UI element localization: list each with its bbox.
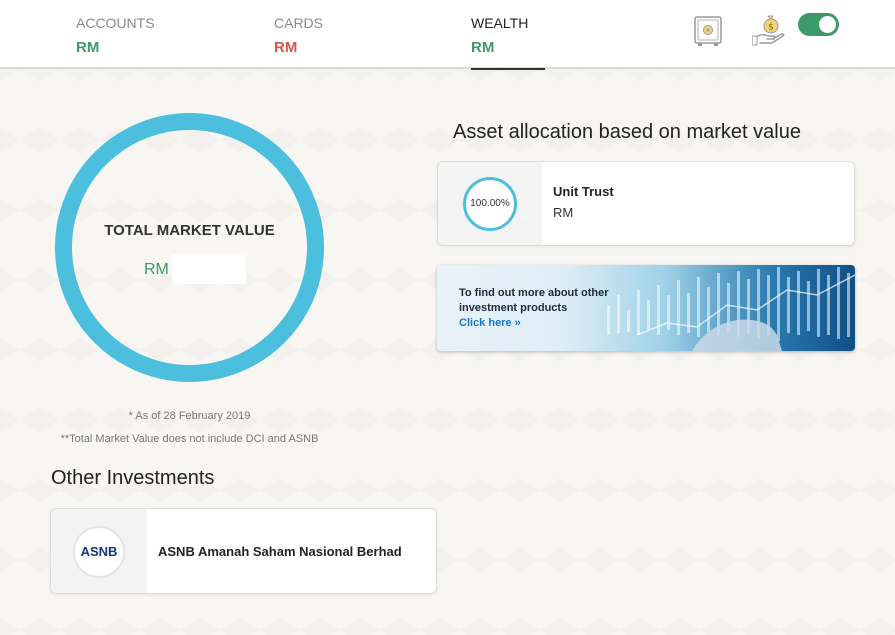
- active-tab-underline: [471, 68, 545, 70]
- tab-cards-label: CARDS: [274, 15, 324, 31]
- view-toggle[interactable]: [798, 13, 839, 36]
- total-market-value-title: TOTAL MARKET VALUE: [104, 222, 275, 239]
- toggle-knob: [819, 16, 836, 33]
- asnb-logo: ASNB: [73, 526, 125, 578]
- tab-accounts[interactable]: ACCOUNTS RM: [76, 14, 155, 56]
- unit-trust-card[interactable]: 100.00% Unit Trust RM: [437, 161, 855, 246]
- hidden-amount-mask: [172, 254, 246, 284]
- tab-accounts-label: ACCOUNTS: [76, 15, 155, 31]
- tab-accounts-value: RM: [76, 39, 100, 56]
- as-of-date-note: * As of 28 February 2019: [128, 410, 251, 422]
- tab-wealth-label: WEALTH: [471, 15, 529, 31]
- top-nav-bar: ACCOUNTS RM CARDS RM WEALTH RM $: [0, 0, 895, 70]
- tab-wealth-value: RM: [471, 39, 495, 56]
- money-hand-icon[interactable]: $: [751, 12, 788, 48]
- unit-trust-value: RM: [553, 205, 574, 220]
- other-investments-title: Other Investments: [51, 467, 215, 489]
- exclusion-note: **Total Market Value does not include DC…: [60, 433, 319, 445]
- unit-trust-percent-ring: 100.00%: [463, 177, 517, 231]
- banner-text: To find out more about other investment …: [459, 287, 609, 314]
- svg-text:$: $: [768, 23, 774, 33]
- asnb-name: ASNB Amanah Saham Nasional Berhad: [158, 544, 402, 559]
- tab-cards-value: RM: [274, 39, 298, 56]
- asset-allocation-title: Asset allocation based on market value: [453, 121, 801, 143]
- unit-trust-name: Unit Trust: [553, 184, 614, 199]
- total-market-value-amount: RM: [144, 261, 169, 278]
- asnb-card[interactable]: ASNB ASNB Amanah Saham Nasional Berhad: [50, 508, 437, 594]
- banner-click-here-link[interactable]: Click here »: [459, 317, 521, 329]
- tab-cards[interactable]: CARDS RM: [274, 14, 323, 56]
- tab-wealth[interactable]: WEALTH RM: [471, 14, 528, 56]
- investment-products-banner[interactable]: To find out more about other investment …: [437, 265, 855, 351]
- market-value-ring: [55, 113, 324, 382]
- safe-icon[interactable]: [693, 15, 723, 47]
